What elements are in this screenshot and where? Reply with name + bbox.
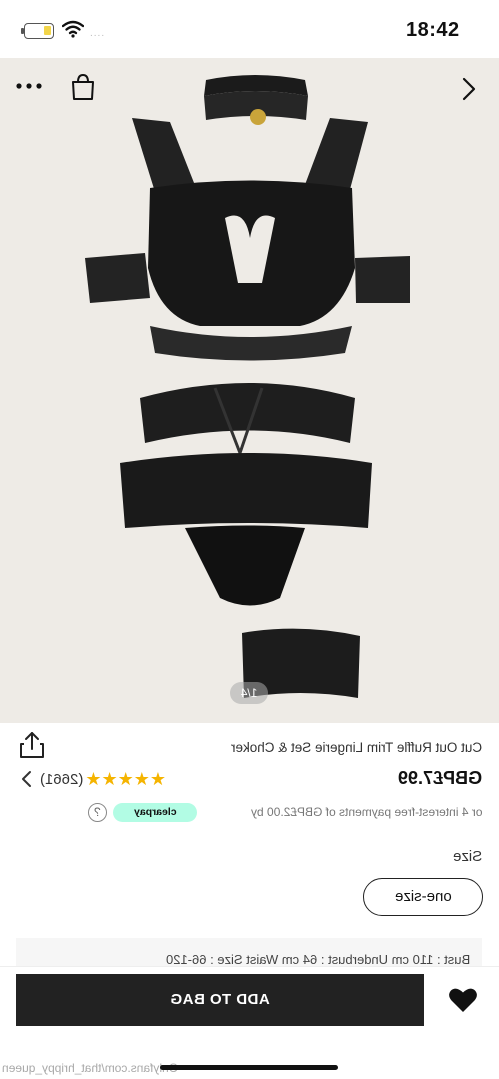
- add-to-bag-label: ADD TO BAG: [170, 991, 270, 1008]
- clearpay-badge[interactable]: clearpay: [113, 803, 197, 822]
- size-option-label: one-size: [394, 888, 452, 905]
- panty-body: [120, 453, 372, 528]
- image-counter: 1/4: [230, 682, 268, 704]
- chevron-right-icon[interactable]: [456, 74, 480, 104]
- bottom-action-bar: ADD TO BAG Onlyfans.com/that_hrippy_quee…: [0, 966, 499, 1079]
- heart-icon[interactable]: [448, 986, 478, 1014]
- help-icon[interactable]: ?: [88, 803, 107, 822]
- product-title: Cut Out Ruffle Trim Lingerie Set & Choke…: [230, 740, 482, 755]
- more-icon[interactable]: [14, 76, 44, 96]
- choker-top: [204, 75, 308, 125]
- star-icon: ★: [85, 769, 102, 789]
- status-bar: .... 18:42: [0, 0, 499, 58]
- status-time: 18:42: [406, 19, 460, 41]
- star-icon: ★: [133, 769, 150, 789]
- arm-ruffle-right: [355, 256, 410, 303]
- product-image-gallery[interactable]: 1/4: [0, 58, 499, 723]
- star-icon: ★: [149, 769, 167, 789]
- battery-icon: [21, 23, 54, 39]
- size-measurements: Bust : 110 cm Underbust : 64 cm Waist Si…: [16, 938, 482, 968]
- share-icon[interactable]: [18, 730, 46, 760]
- signal-indicator: ....: [90, 28, 106, 39]
- battery-level: [44, 26, 51, 35]
- home-indicator: [160, 1065, 338, 1070]
- help-label: ?: [94, 805, 101, 819]
- clearpay-label: clearpay: [133, 806, 177, 818]
- shopping-bag-icon[interactable]: [70, 73, 96, 101]
- measurements-text: Bust : 110 cm Underbust : 64 cm Waist Si…: [165, 952, 470, 967]
- size-label: Size: [452, 848, 482, 865]
- product-price: GBP£7.99: [397, 768, 482, 788]
- star-icon: ★: [101, 769, 118, 789]
- watermark-text: Onlyfans.com/that_hrippy_queen: [2, 1061, 179, 1075]
- wifi-icon: [62, 20, 84, 38]
- chevron-left-icon[interactable]: [20, 769, 34, 789]
- star-rating: ★ ★ ★ ★ ★: [85, 769, 166, 789]
- star-icon: ★: [117, 769, 134, 789]
- size-option-button[interactable]: one-size: [363, 878, 483, 916]
- product-photo: [85, 75, 410, 698]
- arm-ruffle-left: [85, 253, 150, 303]
- add-to-bag-button[interactable]: ADD TO BAG: [16, 974, 424, 1026]
- rating-count: (2661): [40, 770, 84, 788]
- rating-summary[interactable]: (2661) ★ ★ ★ ★ ★: [20, 768, 166, 790]
- installment-text: or 4 interest-free payments of GBP£2.00 …: [250, 805, 482, 819]
